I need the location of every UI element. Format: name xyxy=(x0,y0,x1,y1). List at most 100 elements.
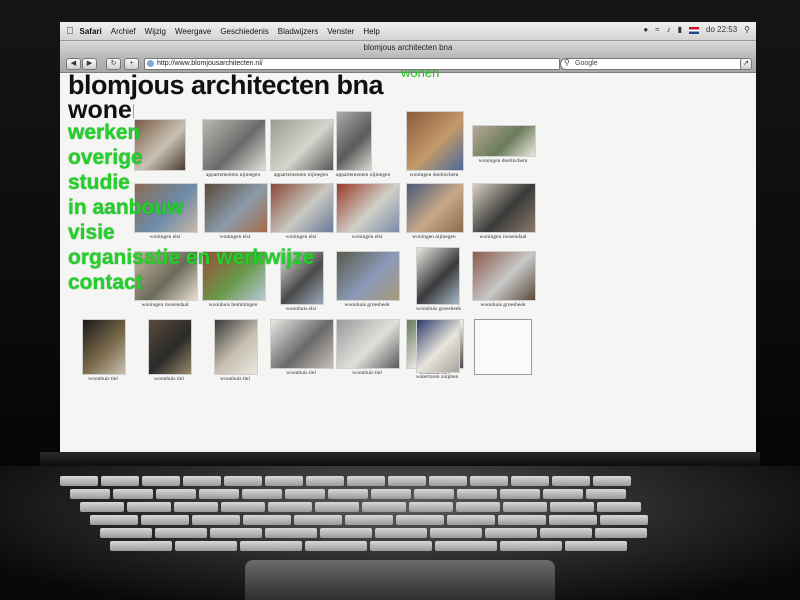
keyboard-key[interactable] xyxy=(485,528,537,538)
gallery-item[interactable]: woningen elst xyxy=(336,183,400,240)
keyboard-key[interactable] xyxy=(315,502,359,512)
current-section-label[interactable]: wonen xyxy=(401,65,439,80)
keyboard-key[interactable] xyxy=(597,502,641,512)
keyboard-key[interactable] xyxy=(127,502,171,512)
gallery-item[interactable]: woonhuis groesbeek xyxy=(416,247,461,312)
add-bookmark-icon[interactable]: + xyxy=(124,58,139,70)
reload-icon[interactable]: ↻ xyxy=(106,58,121,70)
keyboard-key[interactable] xyxy=(294,515,342,525)
keyboard-key[interactable] xyxy=(110,541,172,551)
gallery-item[interactable]: woningen nijmegen xyxy=(406,183,464,240)
project-photo[interactable] xyxy=(148,319,192,375)
menu-venster[interactable]: Venster xyxy=(327,27,354,36)
keyboard-key[interactable] xyxy=(550,502,594,512)
keyboard-key[interactable] xyxy=(371,489,411,499)
keyboard-key[interactable] xyxy=(221,502,265,512)
menu-help[interactable]: Help xyxy=(363,27,379,36)
keyboard-key[interactable] xyxy=(500,541,562,551)
project-photo[interactable] xyxy=(472,251,536,301)
gallery-item[interactable]: woonhuis tiel xyxy=(148,319,192,382)
keyboard-key[interactable] xyxy=(224,476,262,486)
keyboard-key[interactable] xyxy=(141,515,189,525)
keyboard-key[interactable] xyxy=(543,489,583,499)
gallery-item[interactable] xyxy=(474,319,532,376)
keyboard-key[interactable] xyxy=(210,528,262,538)
project-photo[interactable] xyxy=(336,319,400,369)
project-photo[interactable] xyxy=(336,183,400,233)
keyboard-key[interactable] xyxy=(268,502,312,512)
keyboard-key[interactable] xyxy=(549,515,597,525)
menu-wijzig[interactable]: Wijzig xyxy=(145,27,166,36)
keyboard-key[interactable] xyxy=(540,528,592,538)
keyboard-key[interactable] xyxy=(593,476,631,486)
menu-archief[interactable]: Archief xyxy=(111,27,136,36)
gallery-item[interactable]: woonhuis tiel xyxy=(82,319,126,382)
project-photo[interactable] xyxy=(336,111,372,171)
gallery-item[interactable]: woonhuis tiel xyxy=(270,319,334,376)
project-photo[interactable] xyxy=(472,183,536,233)
keyboard-key[interactable] xyxy=(265,476,303,486)
menu-safari[interactable]: Safari xyxy=(80,27,102,36)
address-bar[interactable]: http://www.blomjousarchitecten.nl/ xyxy=(144,58,560,70)
project-photo[interactable] xyxy=(336,251,400,301)
keyboard-key[interactable] xyxy=(447,515,495,525)
wifi-icon[interactable]: ≈ xyxy=(655,25,659,34)
project-photo[interactable] xyxy=(416,247,460,305)
keyboard-key[interactable] xyxy=(90,515,138,525)
keyboard-key[interactable] xyxy=(285,489,325,499)
keyboard-key[interactable] xyxy=(101,476,139,486)
keyboard-key[interactable] xyxy=(192,515,240,525)
battery-icon[interactable]: ▮ xyxy=(678,25,682,34)
keyboard-key[interactable] xyxy=(414,489,454,499)
gallery-item[interactable]: appartementen nijmegen xyxy=(336,111,390,178)
keyboard-key[interactable] xyxy=(409,502,453,512)
keyboard-key[interactable] xyxy=(375,528,427,538)
keyboard-key[interactable] xyxy=(396,515,444,525)
keyboard-key[interactable] xyxy=(100,528,152,538)
keyboard-key[interactable] xyxy=(183,476,221,486)
menu-geschiedenis[interactable]: Geschiedenis xyxy=(220,27,268,36)
nav-item-werken[interactable]: werken xyxy=(68,120,314,145)
keyboard-key[interactable] xyxy=(370,541,432,551)
keyboard-key[interactable] xyxy=(586,489,626,499)
volume-icon[interactable]: ♪ xyxy=(667,25,671,34)
keyboard-key[interactable] xyxy=(306,476,344,486)
keyboard-key[interactable] xyxy=(347,476,385,486)
project-photo[interactable] xyxy=(406,183,464,233)
keyboard-key[interactable] xyxy=(242,489,282,499)
keyboard-key[interactable] xyxy=(600,515,648,525)
nav-item-visie[interactable]: visie xyxy=(68,220,314,245)
nav-item-in-aanbouw[interactable]: in aanbouw xyxy=(68,195,314,220)
search-field[interactable]: ⚲ Google xyxy=(560,58,746,70)
project-photo[interactable] xyxy=(474,319,532,375)
spotlight-icon[interactable]: ⚲ xyxy=(744,25,750,34)
nav-item-studie[interactable]: studie xyxy=(68,170,314,195)
gallery-item[interactable]: woonhuis groesbeek xyxy=(472,251,536,308)
keyboard-key[interactable] xyxy=(142,476,180,486)
gallery-item[interactable]: woonhuis tiel xyxy=(336,319,400,376)
menu-bladwijzers[interactable]: Bladwijzers xyxy=(278,27,318,36)
keyboard-key[interactable] xyxy=(70,489,110,499)
keyboard-key[interactable] xyxy=(174,502,218,512)
gallery-item[interactable]: woonhuis tiel xyxy=(214,319,258,382)
keyboard-key[interactable] xyxy=(456,502,500,512)
nav-item-overige[interactable]: overige xyxy=(68,145,314,170)
project-photo[interactable] xyxy=(472,125,536,157)
keyboard-key[interactable] xyxy=(305,541,367,551)
gallery-item[interactable]: woningen roosendaal xyxy=(472,183,536,240)
keyboard-key[interactable] xyxy=(565,541,627,551)
keyboard-key[interactable] xyxy=(430,528,482,538)
keyboard-key[interactable] xyxy=(595,528,647,538)
apple-menu-icon[interactable]:  xyxy=(66,26,74,37)
keyboard-key[interactable] xyxy=(511,476,549,486)
keyboard-key[interactable] xyxy=(265,528,317,538)
project-photo[interactable] xyxy=(406,111,464,171)
gallery-item[interactable]: woningen doetinchem xyxy=(406,111,464,178)
menu-weergave[interactable]: Weergave xyxy=(175,27,211,36)
keyboard-key[interactable] xyxy=(345,515,393,525)
bluetooth-icon[interactable]: ● xyxy=(643,25,648,34)
nav-item-organisatie[interactable]: organisatie en werkwijze xyxy=(68,245,314,270)
keyboard-key[interactable] xyxy=(328,489,368,499)
project-photo[interactable] xyxy=(82,319,126,375)
menubar-clock[interactable]: do 22:53 xyxy=(706,25,737,34)
